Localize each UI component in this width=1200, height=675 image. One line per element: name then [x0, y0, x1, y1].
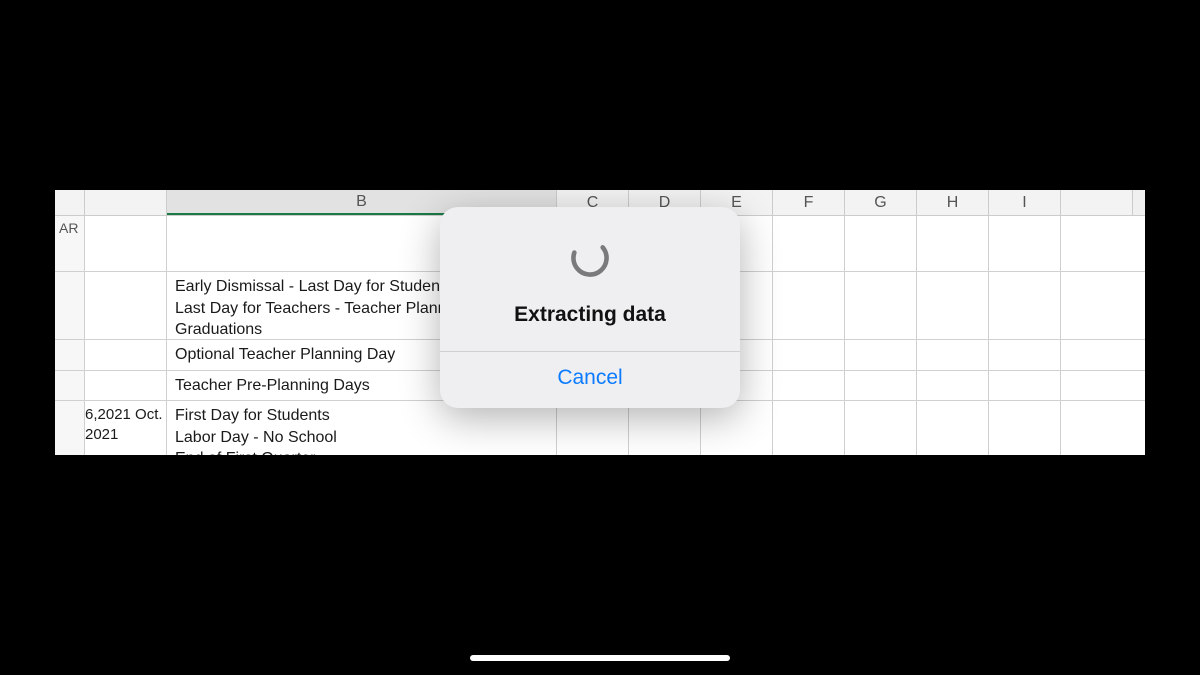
cell-text: First Day for Students Labor Day - No Sc… [175, 407, 337, 455]
modal-body: Extracting data [440, 207, 740, 351]
cell-g[interactable] [845, 371, 917, 401]
modal-title: Extracting data [514, 303, 666, 327]
cell-g[interactable] [845, 340, 917, 370]
row-header[interactable] [55, 371, 85, 401]
cell-a[interactable] [85, 272, 167, 339]
cell-text: Early Dismissal - Last Day for Students … [175, 278, 459, 338]
cell-f[interactable] [773, 371, 845, 401]
cell-f[interactable] [773, 340, 845, 370]
select-all-corner[interactable] [55, 190, 85, 215]
cell-b[interactable]: First Day for Students Labor Day - No Sc… [167, 401, 557, 455]
col-header-trailing [1061, 190, 1133, 215]
cell-a[interactable] [85, 340, 167, 370]
cell-g[interactable] [845, 401, 917, 455]
table-row: 6,2021 Oct. 2021First Day for Students L… [55, 401, 1145, 455]
row-header[interactable] [55, 340, 85, 370]
col-header-g[interactable]: G [845, 190, 917, 215]
cell-a[interactable]: 6,2021 Oct. 2021 [85, 401, 167, 455]
cell-h[interactable] [917, 371, 989, 401]
cell-h[interactable] [917, 340, 989, 370]
cell-i[interactable] [989, 216, 1061, 271]
cell-i[interactable] [989, 272, 1061, 339]
cell-i[interactable] [989, 371, 1061, 401]
col-header-a[interactable] [85, 190, 167, 215]
home-indicator[interactable] [470, 655, 730, 661]
cell-i[interactable] [989, 340, 1061, 370]
cell-i[interactable] [989, 401, 1061, 455]
cell-h[interactable] [917, 401, 989, 455]
cell-a[interactable] [85, 371, 167, 401]
row-header[interactable] [55, 401, 85, 455]
row-header[interactable]: AR [55, 216, 85, 271]
cell-h[interactable] [917, 216, 989, 271]
col-header-i[interactable]: I [989, 190, 1061, 215]
spinner-icon [567, 235, 613, 281]
cell-f[interactable] [773, 216, 845, 271]
cell-e[interactable] [701, 401, 773, 455]
cancel-button[interactable]: Cancel [440, 352, 740, 408]
row-header[interactable] [55, 272, 85, 339]
extracting-data-modal: Extracting data Cancel [440, 207, 740, 408]
cell-f[interactable] [773, 272, 845, 339]
cell-h[interactable] [917, 272, 989, 339]
cell-d[interactable] [629, 401, 701, 455]
cell-g[interactable] [845, 216, 917, 271]
cell-g[interactable] [845, 272, 917, 339]
col-header-h[interactable]: H [917, 190, 989, 215]
cell-a[interactable] [85, 216, 167, 271]
cell-c[interactable] [557, 401, 629, 455]
cell-text: AR [59, 220, 78, 236]
cell-f[interactable] [773, 401, 845, 455]
col-header-f[interactable]: F [773, 190, 845, 215]
